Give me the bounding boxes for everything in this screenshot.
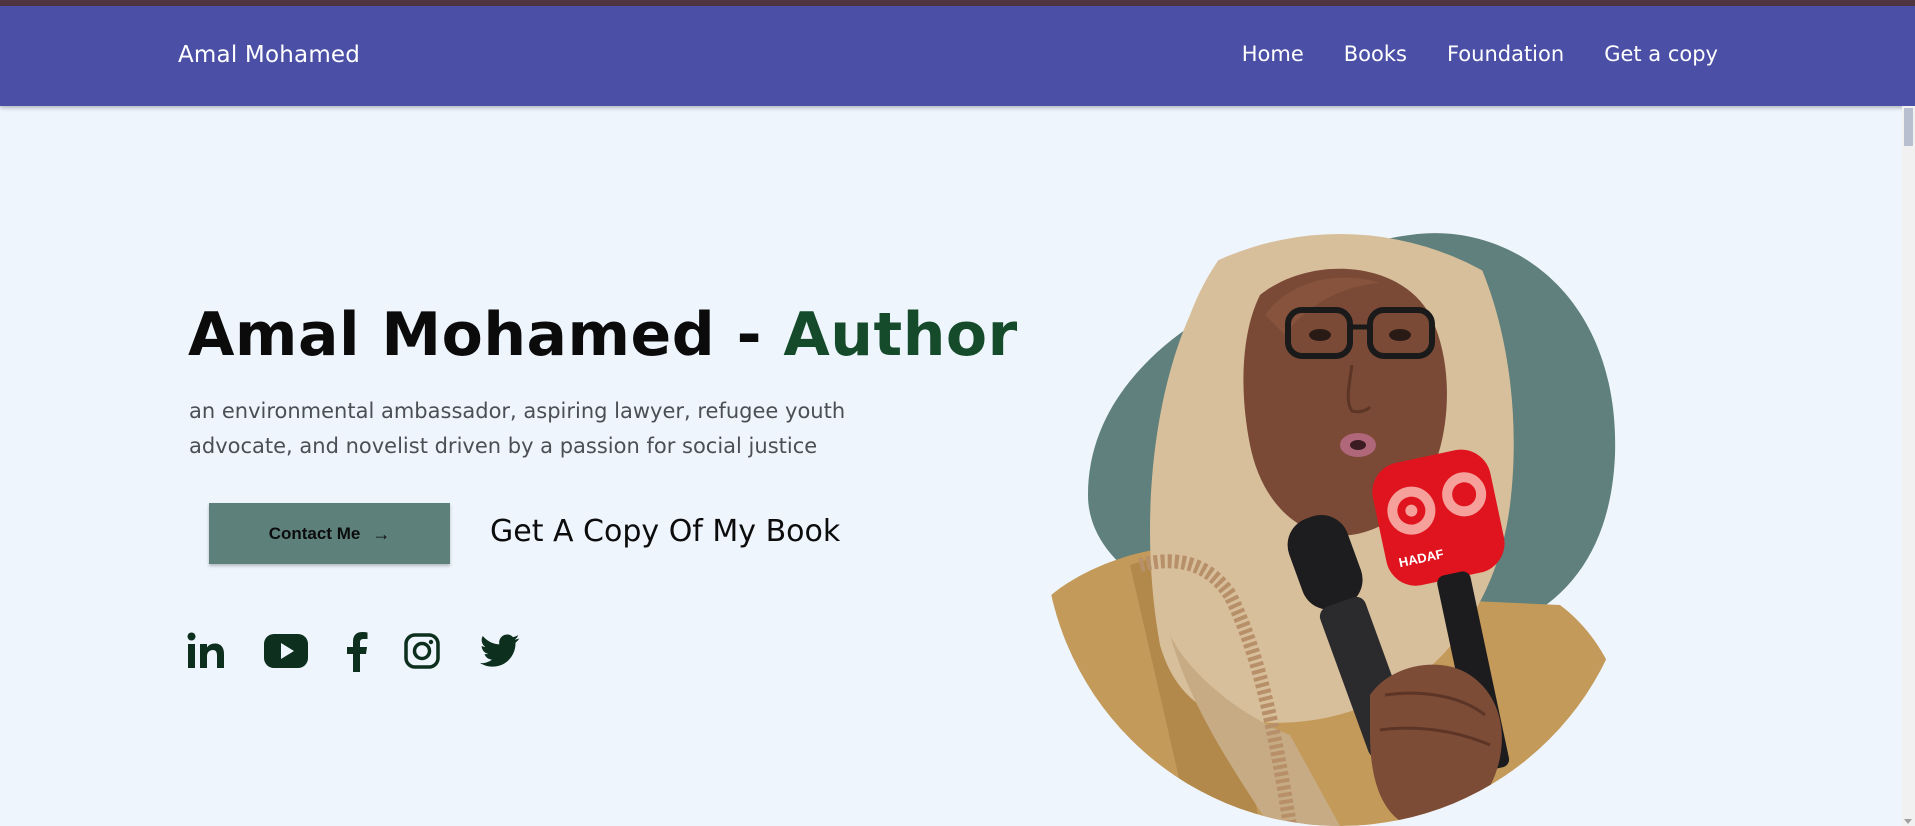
instagram-link[interactable] (404, 633, 440, 669)
hero-title-accent: Author (783, 300, 1018, 370)
instagram-icon (404, 633, 440, 669)
navbar: Amal Mohamed Home Books Foundation Get a… (0, 6, 1915, 106)
social-links (186, 630, 520, 672)
nav-link-foundation[interactable]: Foundation (1447, 42, 1564, 66)
author-portrait: HADAF (1040, 175, 1640, 826)
contact-me-button[interactable]: Contact Me → (209, 503, 450, 564)
nav-link-get-a-copy[interactable]: Get a copy (1604, 42, 1718, 66)
facebook-icon (347, 632, 368, 672)
arrow-right-icon: → (372, 523, 391, 544)
brand-link[interactable]: Amal Mohamed (178, 42, 360, 68)
hero-title: Amal Mohamed - Author (188, 300, 1018, 370)
contact-me-label: Contact Me (268, 523, 361, 543)
youtube-icon (264, 634, 308, 668)
twitter-link[interactable] (480, 634, 520, 668)
hero-subtitle: an environmental ambassador, aspiring la… (189, 399, 846, 458)
nav-link-home[interactable]: Home (1242, 42, 1304, 66)
nav-link-books[interactable]: Books (1344, 42, 1407, 66)
author-photo: HADAF (1044, 233, 1636, 826)
hero-title-main: Amal Mohamed - (188, 300, 784, 370)
twitter-icon (480, 634, 520, 667)
get-book-link[interactable]: Get A Copy Of My Book (490, 514, 840, 549)
nav-links: Home Books Foundation Get a copy (1242, 42, 1718, 66)
youtube-link[interactable] (264, 634, 308, 668)
page-scrollbar[interactable] (1902, 106, 1915, 826)
linkedin-link[interactable] (186, 631, 226, 671)
facebook-link[interactable] (346, 630, 368, 672)
scrollbar-thumb[interactable] (1904, 108, 1913, 146)
scroll-down-arrow-icon[interactable] (1904, 819, 1912, 824)
linkedin-icon (187, 632, 224, 668)
